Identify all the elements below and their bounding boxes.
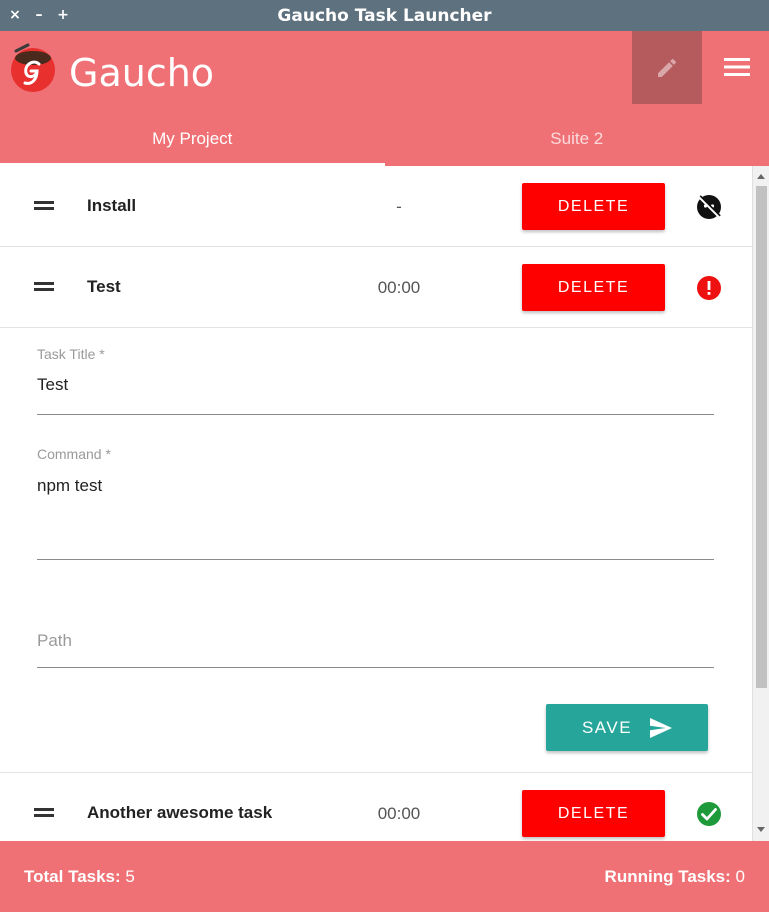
suite-tabs: My Project Suite 2 <box>0 111 769 166</box>
command-input[interactable]: npm test <box>37 476 102 496</box>
edit-mode-button[interactable] <box>632 31 702 104</box>
task-name: Install <box>87 196 137 215</box>
path-field[interactable]: Path <box>37 628 714 668</box>
scroll-down-arrow-icon[interactable] <box>757 827 765 832</box>
window-maximize-button[interactable]: + <box>56 4 70 26</box>
success-status-icon <box>697 802 721 826</box>
task-title-label: Task Title * <box>37 346 105 362</box>
delete-task-button[interactable]: DELETE <box>522 790 665 837</box>
window-close-button[interactable]: × <box>8 4 22 26</box>
pencil-icon <box>658 58 677 77</box>
task-elapsed-time: 00:00 <box>377 278 421 297</box>
command-field[interactable]: Command * npm test <box>37 446 714 560</box>
task-row[interactable]: Test 00:00 DELETE <box>0 247 752 328</box>
task-list: Install - DELETE Test 00:00 DELETE Task … <box>0 166 769 841</box>
hamburger-menu-icon <box>724 58 750 76</box>
error-status-icon <box>697 276 721 300</box>
delete-task-button[interactable]: DELETE <box>522 183 665 230</box>
running-tasks-summary: Running Tasks: 0 <box>605 867 745 887</box>
window-title: Gaucho Task Launcher <box>277 5 492 26</box>
delete-task-button[interactable]: DELETE <box>522 264 665 311</box>
save-button-label: SAVE <box>581 717 633 737</box>
task-name: Test <box>87 277 121 296</box>
task-elapsed-time: 00:00 <box>377 804 421 823</box>
window-titlebar: × – + Gaucho Task Launcher <box>0 0 769 31</box>
send-icon <box>650 717 673 738</box>
task-edit-form: Task Title * Test Command * npm test Pat… <box>0 328 752 773</box>
path-label: Path <box>37 631 72 650</box>
total-tasks-summary: Total Tasks: 5 <box>24 867 135 887</box>
total-tasks-label: Total Tasks: <box>24 867 121 886</box>
total-tasks-count: 5 <box>125 867 135 886</box>
task-elapsed-time: - <box>396 197 402 216</box>
task-row[interactable]: Another awesome task 00:00 DELETE <box>0 773 752 841</box>
window-minimize-button[interactable]: – <box>32 4 46 26</box>
running-tasks-label: Running Tasks: <box>604 867 731 886</box>
drag-handle-icon[interactable] <box>34 200 54 212</box>
status-footer: Total Tasks: 5 Running Tasks: 0 <box>0 841 769 912</box>
idle-status-icon <box>697 195 721 219</box>
task-title-field[interactable]: Task Title * Test <box>37 346 714 415</box>
drag-handle-icon[interactable] <box>34 807 54 819</box>
drag-handle-icon[interactable] <box>34 281 54 293</box>
task-name: Another awesome task <box>87 803 273 822</box>
window-controls: × – + <box>8 4 70 26</box>
scroll-up-arrow-icon[interactable] <box>757 174 765 179</box>
scrollbar-thumb[interactable] <box>756 186 767 688</box>
menu-button[interactable] <box>714 47 760 87</box>
task-title-input[interactable]: Test <box>37 375 68 395</box>
gaucho-logo-icon <box>11 43 55 92</box>
save-task-button[interactable]: SAVE <box>546 704 708 751</box>
content-scrollbar[interactable] <box>752 166 769 841</box>
command-label: Command * <box>37 446 111 462</box>
task-row[interactable]: Install - DELETE <box>0 166 752 247</box>
tab-my-project[interactable]: My Project <box>0 111 385 166</box>
tab-suite-2[interactable]: Suite 2 <box>385 111 769 166</box>
app-header: Gaucho My Project Suite 2 <box>0 31 769 166</box>
running-tasks-count: 0 <box>735 867 745 886</box>
brand-title: Gaucho <box>69 51 215 95</box>
